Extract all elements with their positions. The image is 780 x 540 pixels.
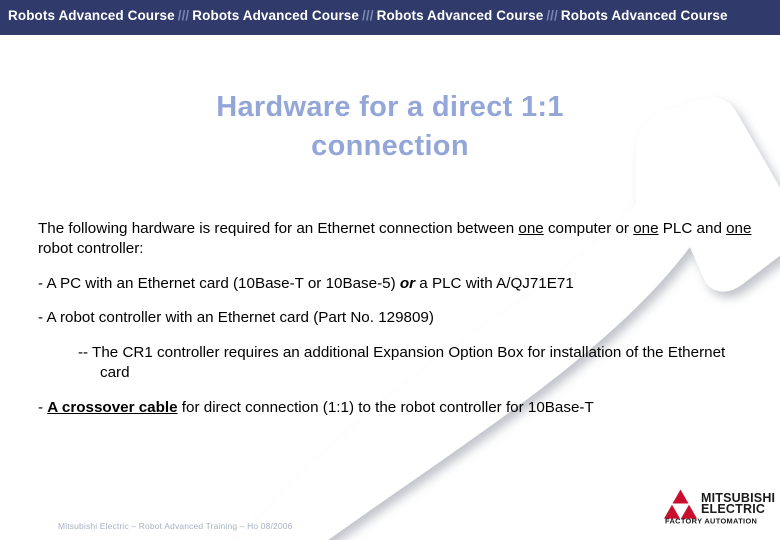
bullet-item-robot-controller: - A robot controller with an Ethernet ca… [38,309,434,327]
footer-note: Mitsubishi Electric – Robot Advanced Tra… [58,521,293,531]
header-course-label-1: Robots Advanced Course [8,8,175,23]
header-separator-3: /// [546,8,558,23]
slide-title: Hardware for a direct 1:1 connection [90,88,690,165]
intro-text-part-2: computer or [543,220,634,237]
bullet-cable-prefix: - [38,398,48,416]
intro-text-part-1: The following hardware is required for a… [38,220,519,237]
slide-title-line-2: connection [311,129,469,162]
sub-bullet-cr1-expansion-box: -- The CR1 controller requires an additi… [78,344,726,381]
bullet-cable-text-part-2: for direct connection (1:1) to the robot… [177,398,594,416]
slide-title-line-1: Hardware for a direct 1:1 [216,91,564,123]
header-course-strip: Robots Advanced Course///Robots Advanced… [8,8,728,23]
intro-text-part-4: robot controller: [38,239,144,257]
mitsubishi-three-diamonds-icon [664,489,697,519]
logo-brand-line-2: ELECTRIC [701,502,765,516]
bullet-pc-emphasis-or: or [399,274,416,292]
bullet-pc-text-part-2: a PLC with A/QJ71E71 [415,274,574,292]
header-separator-1: /// [177,8,190,23]
bullet-item-crossover-cable: - A crossover cable for direct connectio… [38,398,756,418]
bullet-cable-emphasis: A crossover cable [47,398,178,416]
slide-body: The following hardware is required for a… [38,219,756,432]
mitsubishi-electric-logo: MITSUBISHI ELECTRIC FACTORY AUTOMATION [664,487,776,526]
body-intro-paragraph: The following hardware is required for a… [38,219,756,259]
intro-emphasis-one-2: one [633,220,659,237]
slide-canvas: Robots Advanced Course///Robots Advanced… [0,0,780,540]
header-course-label-4: Robots Advanced Course [560,8,728,23]
intro-emphasis-one-1: one [518,220,544,237]
bullet-item-pc: - A PC with an Ethernet card (10Base-T o… [38,274,756,294]
intro-emphasis-one-3: one [726,220,752,237]
logo-tagline: FACTORY AUTOMATION [665,517,757,526]
header-course-label-2: Robots Advanced Course [192,8,360,23]
header-band: Robots Advanced Course///Robots Advanced… [0,0,780,35]
bullet-pc-text-part-1: - A PC with an Ethernet card (10Base-T o… [38,274,400,292]
intro-text-part-3: PLC and [658,220,727,237]
header-separator-2: /// [362,8,374,23]
header-course-label-3: Robots Advanced Course [376,8,544,23]
